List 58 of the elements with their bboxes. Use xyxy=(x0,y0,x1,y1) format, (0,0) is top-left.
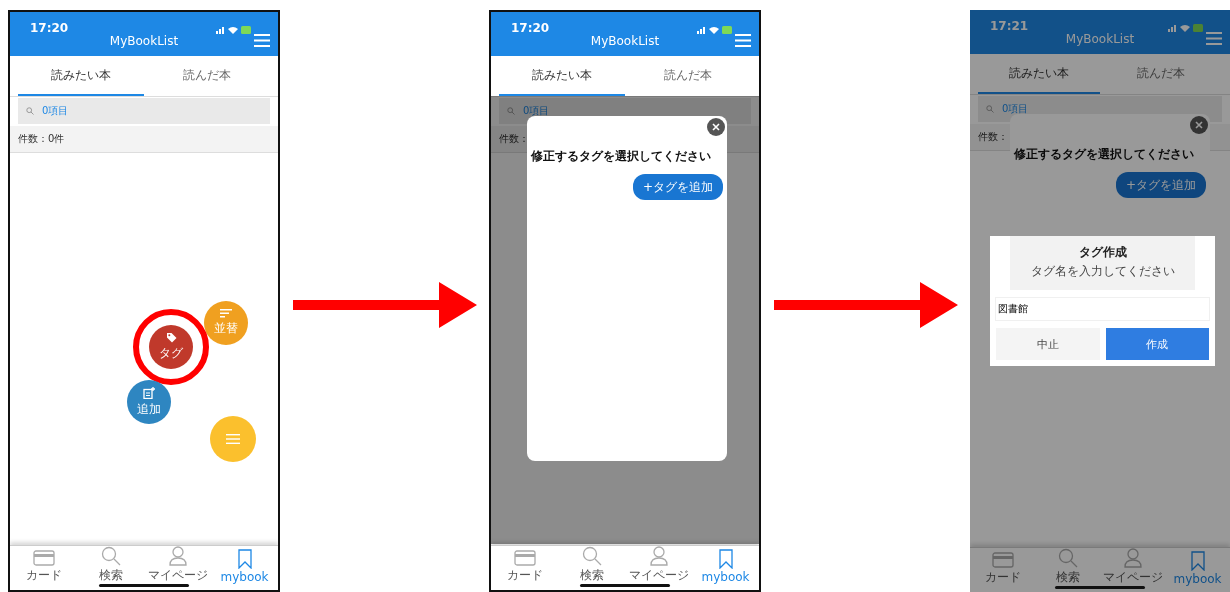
nav-tab[interactable]: カード xyxy=(491,546,558,584)
nav-tab[interactable]: mybook xyxy=(692,546,759,584)
add-tag-button[interactable]: +タグを追加 xyxy=(632,174,723,200)
menu-icon xyxy=(226,434,240,444)
item-count: 件数：0件 xyxy=(10,126,278,153)
nav-tab[interactable]: カード xyxy=(10,546,77,584)
nav-tab[interactable]: mybook xyxy=(211,546,278,584)
nav-tab[interactable]: マイページ xyxy=(1100,548,1165,586)
status-time: 17:20 xyxy=(511,21,550,35)
tag-name-field[interactable]: 図書館 xyxy=(996,298,1209,320)
menu-icon[interactable] xyxy=(254,34,270,47)
status-icons xyxy=(697,25,733,35)
app-title: MyBookList xyxy=(590,34,660,48)
card-icon xyxy=(513,550,536,566)
person-icon xyxy=(649,546,668,566)
fab-action-button[interactable]: タグ xyxy=(149,325,193,369)
close-button[interactable] xyxy=(707,118,725,136)
create-button[interactable]: 作成 xyxy=(1105,328,1209,360)
search-icon xyxy=(581,546,602,566)
nav-tab[interactable]: 検索 xyxy=(1035,548,1100,586)
add-note-icon xyxy=(143,386,155,399)
nav-tab[interactable]: 検索 xyxy=(558,546,625,584)
close-button[interactable] xyxy=(1190,116,1208,134)
nav-tab[interactable]: マイページ xyxy=(144,546,211,584)
menu-icon[interactable] xyxy=(735,34,751,47)
app-title: MyBookList xyxy=(109,34,179,48)
cancel-button[interactable]: 中止 xyxy=(996,328,1100,360)
search-icon xyxy=(1057,548,1078,568)
status-icons xyxy=(216,25,252,35)
tag-icon xyxy=(165,332,177,343)
search-icon xyxy=(26,107,34,115)
add-tag-button[interactable]: +タグを追加 xyxy=(1115,172,1206,198)
close-icon xyxy=(1195,121,1203,129)
dialog-message: タグ名を入力してください xyxy=(1029,263,1176,280)
nav-tab[interactable]: カード xyxy=(970,548,1035,586)
nav-tab[interactable]: 検索 xyxy=(77,546,144,584)
nav-tab[interactable]: マイページ xyxy=(625,546,692,584)
status-time: 17:20 xyxy=(30,21,69,35)
app-title: MyBookList xyxy=(1065,32,1135,46)
search-field[interactable]: 0項目 xyxy=(18,98,270,124)
search-icon xyxy=(507,107,515,115)
close-icon xyxy=(712,123,720,131)
card-icon xyxy=(991,552,1014,568)
fab-action-button[interactable]: 追加 xyxy=(127,380,171,424)
person-icon xyxy=(168,546,187,566)
bookmark-icon xyxy=(1190,551,1205,571)
search-icon xyxy=(986,105,994,113)
status-icons xyxy=(1168,23,1204,33)
person-icon xyxy=(1123,548,1142,568)
search-icon xyxy=(100,546,121,566)
menu-icon[interactable] xyxy=(1206,32,1222,45)
dialog-title: タグ作成 xyxy=(1077,244,1128,261)
bookmark-icon xyxy=(718,549,733,569)
card-icon xyxy=(32,550,55,566)
status-time: 17:21 xyxy=(990,19,1029,33)
sort-icon xyxy=(220,309,232,318)
bookmark-icon xyxy=(237,549,252,569)
nav-tab[interactable]: mybook xyxy=(1165,548,1230,586)
